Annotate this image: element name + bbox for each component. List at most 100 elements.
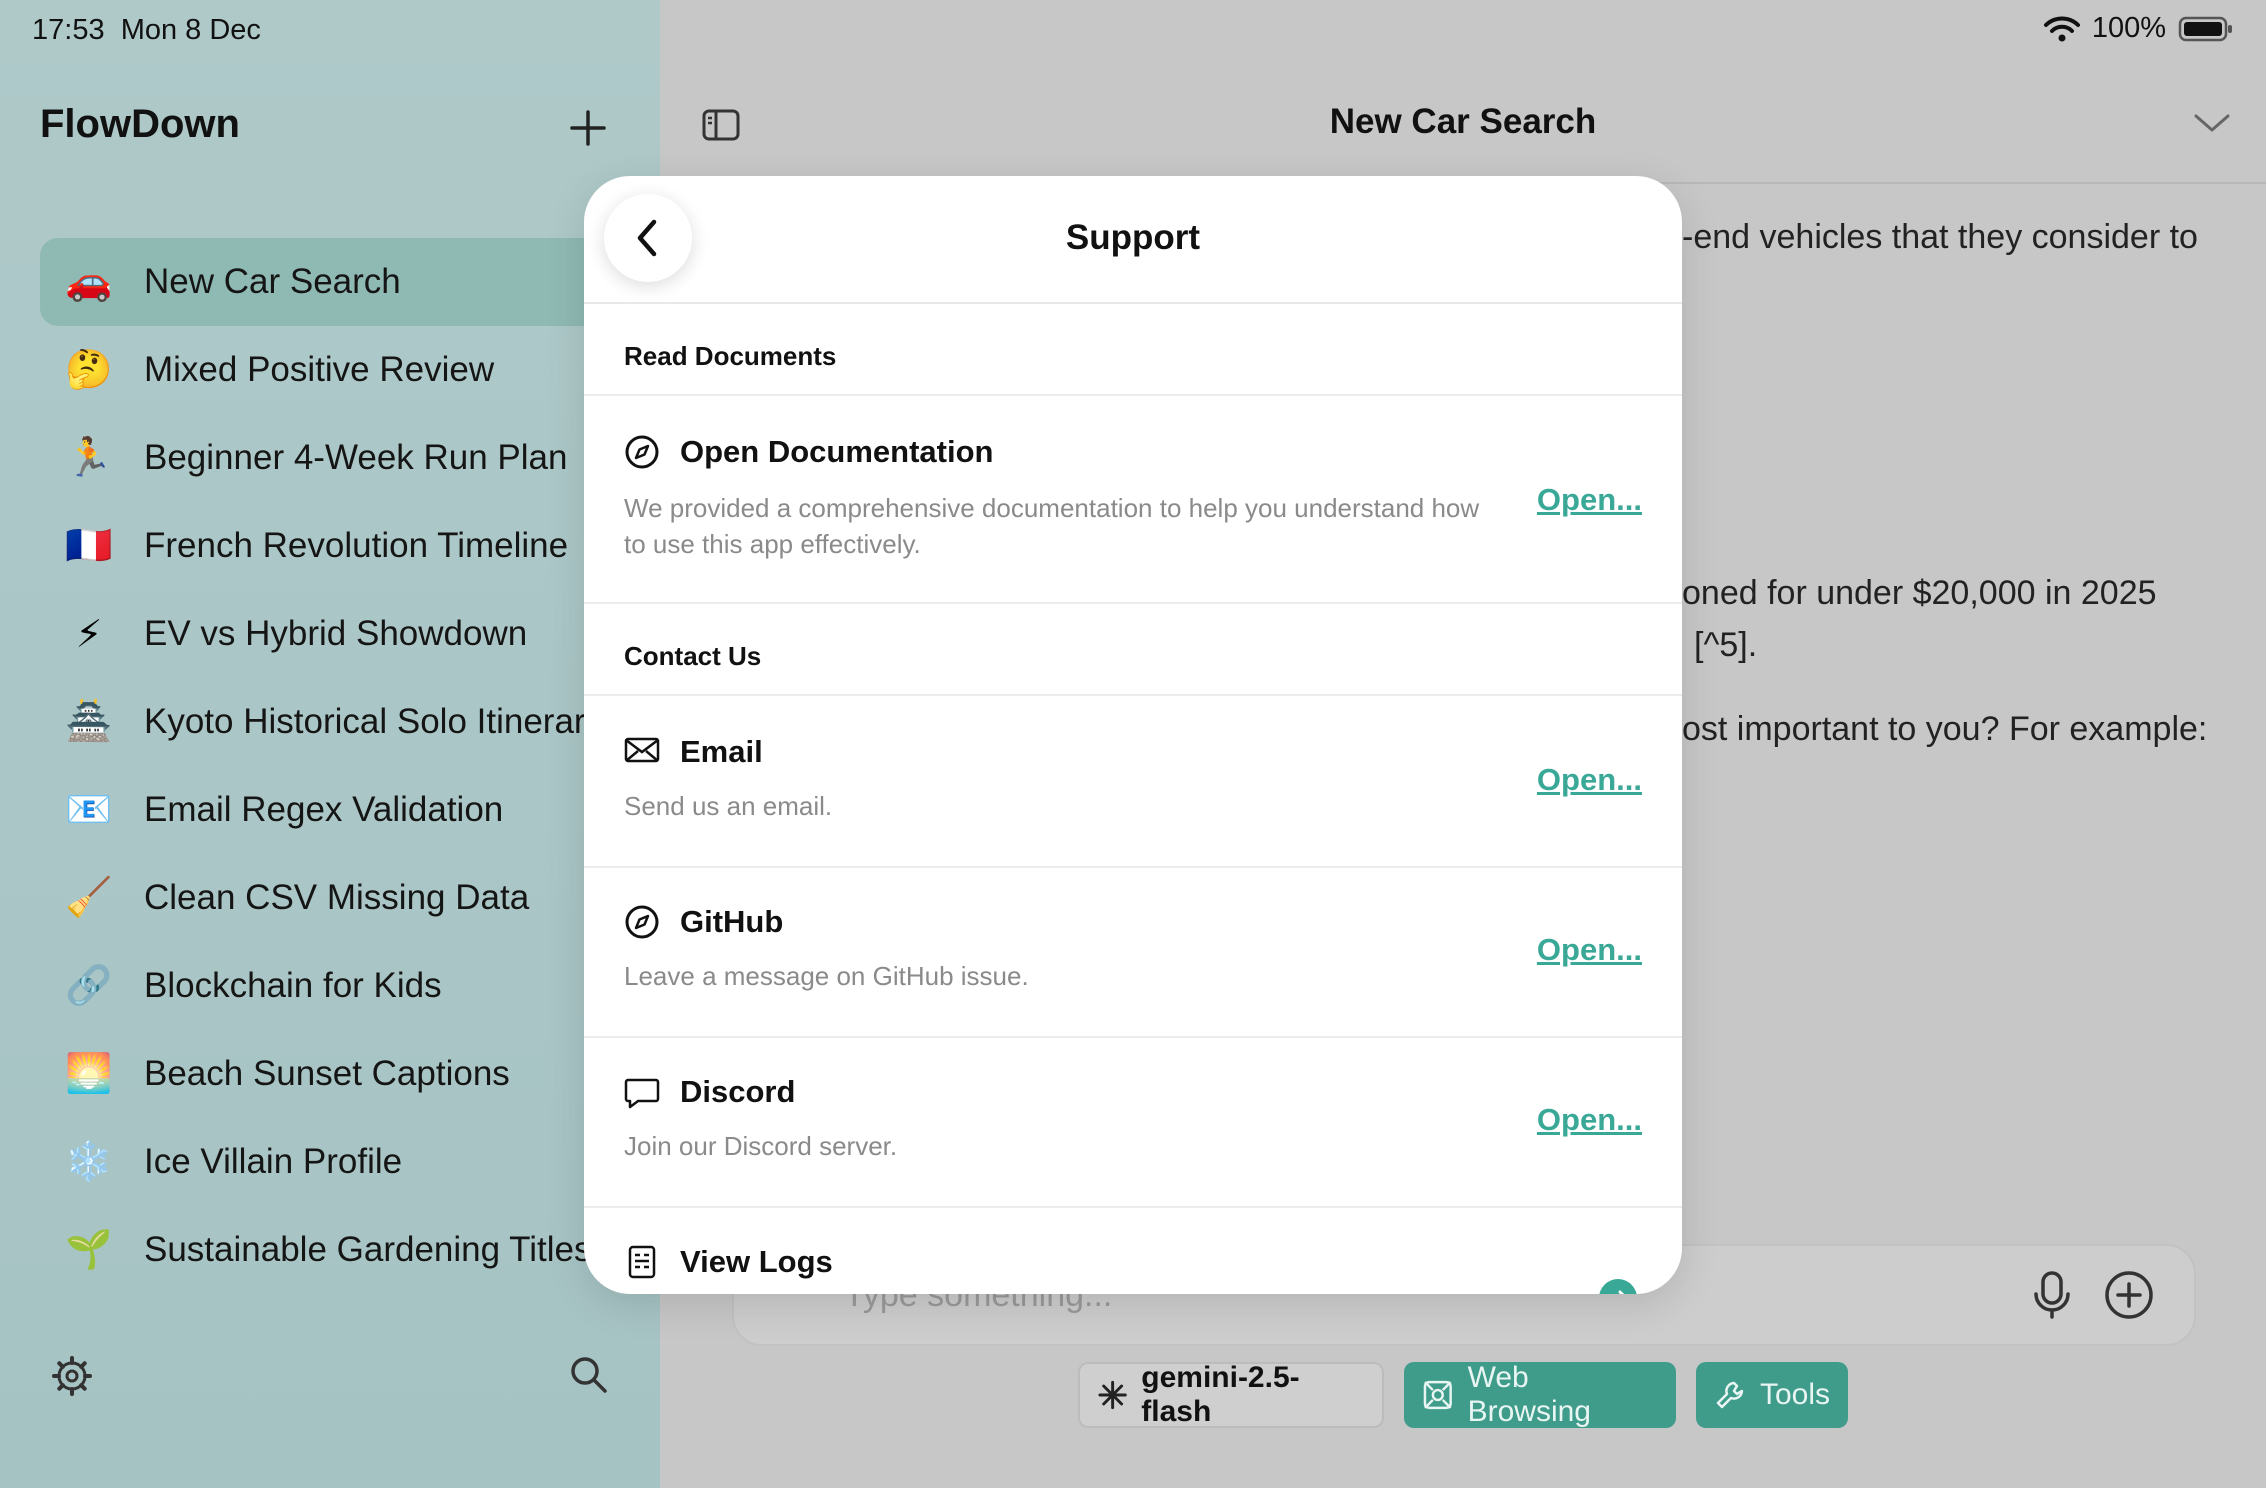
add-attachment-icon[interactable] [2104, 1270, 2154, 1320]
chat-item-kyoto-itinerary[interactable]: 🏯 Kyoto Historical Solo Itinerary [40, 678, 660, 766]
sparkle-icon [1098, 1380, 1127, 1410]
compass-icon [625, 905, 659, 939]
chat-emoji: 🌅 [65, 1053, 113, 1095]
chat-emoji: ⚡ [75, 613, 103, 656]
settings-button[interactable] [50, 1354, 94, 1398]
section-header-contact-us: Contact Us [584, 602, 1682, 696]
app-title: FlowDown [40, 102, 240, 146]
logs-document-icon [628, 1245, 656, 1279]
open-link[interactable]: Open... [1537, 762, 1642, 798]
chat-emoji: 🌱 [65, 1229, 113, 1271]
chat-item-ev-vs-hybrid[interactable]: ⚡ EV vs Hybrid Showdown [40, 590, 660, 678]
chat-item-blockchain-kids[interactable]: 🔗 Blockchain for Kids [40, 942, 660, 1030]
chat-label: Beginner 4-Week Run Plan [144, 438, 568, 477]
row-title: GitHub [680, 904, 784, 939]
network-icon [1423, 1380, 1452, 1410]
chevron-down-icon [2194, 114, 2230, 132]
section-label: Contact Us [624, 641, 762, 671]
new-chat-button[interactable] [566, 106, 610, 150]
wifi-icon [2043, 16, 2080, 41]
modal-header: Support [584, 176, 1682, 304]
clock-time: 17:53 [32, 14, 105, 46]
chat-item-clean-csv[interactable]: 🧹 Clean CSV Missing Data [40, 854, 660, 942]
support-modal: Support Read Documents Open Documentatio… [584, 176, 1682, 1294]
gear-icon [52, 1356, 92, 1396]
battery-icon [2178, 16, 2232, 41]
row-title: Discord [680, 1074, 796, 1109]
chat-item-mixed-positive-review[interactable]: 🤔 Mixed Positive Review [40, 326, 660, 414]
row-description: Send us an email. [624, 791, 833, 821]
chat-emoji: 🏯 [65, 701, 113, 743]
chat-title: New Car Search [1329, 102, 1597, 141]
chat-item-gardening-titles[interactable]: 🌱 Sustainable Gardening Titles [40, 1206, 660, 1294]
chat-menu-button[interactable] [2192, 108, 2232, 138]
chat-item-french-revolution[interactable]: 🇫🇷 French Revolution Timeline [40, 502, 660, 590]
web-browsing-toggle[interactable]: Web Browsing [1404, 1361, 1676, 1428]
chat-item-run-plan[interactable]: 🏃 Beginner 4-Week Run Plan [40, 414, 660, 502]
sidebar: 17:53 Mon 8 Dec FlowDown 🚗 New Car Searc… [0, 0, 660, 1488]
battery-percent: 100% [2091, 12, 2166, 44]
search-icon [571, 1357, 607, 1393]
open-link[interactable]: Open... [1537, 932, 1642, 968]
row-title: View Logs [680, 1244, 833, 1279]
row-view-logs[interactable]: View Logs [584, 1206, 1682, 1294]
chat-label: French Revolution Timeline [144, 526, 569, 565]
search-button[interactable] [566, 1352, 610, 1396]
row-description: We provided a comprehensive documentatio… [624, 493, 1480, 559]
chat-label: Blockchain for Kids [144, 966, 442, 1005]
chat-label: Clean CSV Missing Data [144, 878, 530, 917]
chat-emoji: 🏃 [65, 437, 113, 479]
model-selector-button[interactable]: gemini-2.5-flash [1078, 1361, 1384, 1428]
status-bar-right: 100% [2043, 12, 2234, 45]
chat-emoji: 🔗 [65, 965, 113, 1007]
chat-emoji: 🇫🇷 [65, 525, 113, 567]
chat-label: EV vs Hybrid Showdown [144, 614, 528, 653]
message-text: oned for under $20,000 in 2025 [1682, 574, 2157, 612]
modal-title: Support [1065, 218, 1201, 257]
message-text: [^5]. [1694, 626, 1758, 664]
web-browsing-label: Web Browsing [1467, 1361, 1591, 1428]
chat-item-beach-sunset[interactable]: 🌅 Beach Sunset Captions [40, 1030, 660, 1118]
row-title: Open Documentation [680, 434, 994, 469]
row-description: Leave a message on GitHub issue. [624, 961, 1029, 991]
row-email[interactable]: Email Send us an email. Open... [584, 696, 1682, 868]
envelope-icon [624, 737, 660, 763]
plus-icon [570, 110, 606, 146]
section-label: Read Documents [624, 341, 837, 371]
model-name: gemini-2.5-flash [1141, 1361, 1300, 1428]
row-discord[interactable]: Discord Join our Discord server. Open... [584, 1036, 1682, 1208]
chat-emoji: ❄️ [65, 1141, 113, 1183]
chat-label: Ice Villain Profile [144, 1142, 403, 1181]
chat-label: Mixed Positive Review [144, 350, 495, 389]
row-title: Email [680, 734, 763, 769]
arrow-circle-icon [1599, 1279, 1637, 1294]
section-header-read-documents: Read Documents [584, 302, 1682, 396]
chat-item-email-regex[interactable]: 📧 Email Regex Validation [40, 766, 660, 854]
message-text: ost important to you? For example: [1682, 710, 2208, 748]
microphone-icon[interactable] [2030, 1270, 2074, 1320]
chat-emoji: 🚗 [65, 261, 113, 303]
open-link[interactable]: Open... [1537, 1102, 1642, 1138]
chat-label: Kyoto Historical Solo Itinerary [144, 702, 604, 741]
chat-label: New Car Search [144, 262, 401, 301]
clock-date: Mon 8 Dec [120, 14, 261, 46]
message-text: -end vehicles that they consider to [1682, 218, 2198, 256]
chat-label: Email Regex Validation [144, 790, 504, 829]
chat-bubble-icon [624, 1078, 660, 1109]
chat-emoji: 📧 [65, 789, 113, 831]
row-open-documentation[interactable]: Open Documentation We provided a compreh… [584, 396, 1682, 604]
tools-toggle[interactable]: Tools [1696, 1362, 1848, 1428]
chat-item-ice-villain[interactable]: ❄️ Ice Villain Profile [40, 1118, 660, 1206]
status-time: 17:53 Mon 8 Dec [32, 14, 261, 47]
chat-item-new-car-search[interactable]: 🚗 New Car Search [40, 238, 660, 326]
open-link[interactable]: Open... [1537, 482, 1642, 518]
row-github[interactable]: GitHub Leave a message on GitHub issue. … [584, 866, 1682, 1038]
chat-label: Beach Sunset Captions [144, 1054, 510, 1093]
chat-label: Sustainable Gardening Titles [144, 1230, 592, 1269]
compass-icon [625, 435, 659, 469]
chat-emoji: 🧹 [65, 877, 113, 919]
row-description: Join our Discord server. [624, 1131, 898, 1161]
wrench-icon [1716, 1381, 1744, 1409]
tools-label: Tools [1759, 1378, 1830, 1411]
chat-emoji: 🤔 [65, 349, 113, 391]
